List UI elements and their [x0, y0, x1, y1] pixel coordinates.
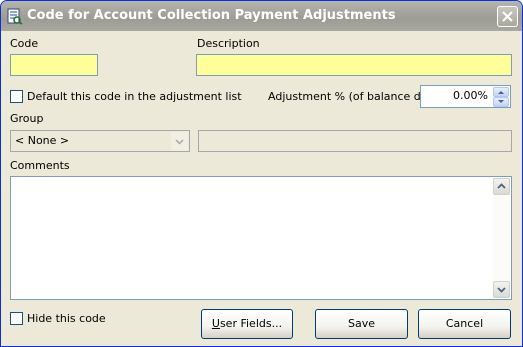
- cancel-button[interactable]: Cancel: [418, 309, 511, 339]
- user-fields-accelerator: U: [211, 317, 220, 330]
- scroll-down-button[interactable]: [493, 281, 510, 298]
- group-detail-field: [198, 130, 512, 152]
- document-edit-icon: [6, 8, 23, 25]
- user-fields-label: ser Fields...: [219, 317, 283, 330]
- chevron-up-icon: [497, 183, 506, 189]
- comments-label: Comments: [10, 159, 70, 172]
- adjustment-spinbox[interactable]: 0.00%: [420, 85, 511, 108]
- hide-code-checkbox[interactable]: [10, 312, 23, 325]
- dialog-window: Code for Account Collection Payment Adju…: [0, 0, 523, 347]
- description-label: Description: [197, 37, 260, 50]
- chevron-up-icon: [498, 91, 504, 94]
- description-input[interactable]: [196, 54, 512, 76]
- group-dropdown-button[interactable]: [170, 132, 188, 151]
- group-select[interactable]: < None >: [10, 130, 190, 152]
- group-selected-value: < None >: [15, 134, 70, 147]
- window-title: Code for Account Collection Payment Adju…: [27, 8, 396, 23]
- adjustment-label: Adjustment % (of balance due): [268, 90, 439, 103]
- spin-down-button[interactable]: [493, 97, 509, 107]
- spin-up-button[interactable]: [493, 87, 509, 97]
- default-code-checkbox[interactable]: [10, 90, 23, 103]
- close-icon: [502, 11, 513, 22]
- scroll-up-button[interactable]: [493, 178, 510, 195]
- chevron-down-icon: [175, 139, 184, 145]
- chevron-down-icon: [498, 100, 504, 103]
- title-bar[interactable]: Code for Account Collection Payment Adju…: [1, 1, 522, 31]
- chevron-down-icon: [497, 287, 506, 293]
- default-code-label[interactable]: Default this code in the adjustment list: [27, 90, 242, 103]
- group-label: Group: [10, 112, 44, 125]
- adjustment-value: 0.00%: [453, 89, 488, 102]
- comments-textarea[interactable]: [10, 176, 512, 300]
- save-button[interactable]: Save: [315, 309, 408, 339]
- user-fields-button[interactable]: User Fields...: [201, 309, 293, 339]
- code-input[interactable]: [10, 54, 98, 76]
- code-label: Code: [10, 37, 39, 50]
- comments-scrollbar[interactable]: [493, 178, 510, 298]
- hide-code-label[interactable]: Hide this code: [27, 312, 106, 325]
- close-button[interactable]: [497, 6, 518, 27]
